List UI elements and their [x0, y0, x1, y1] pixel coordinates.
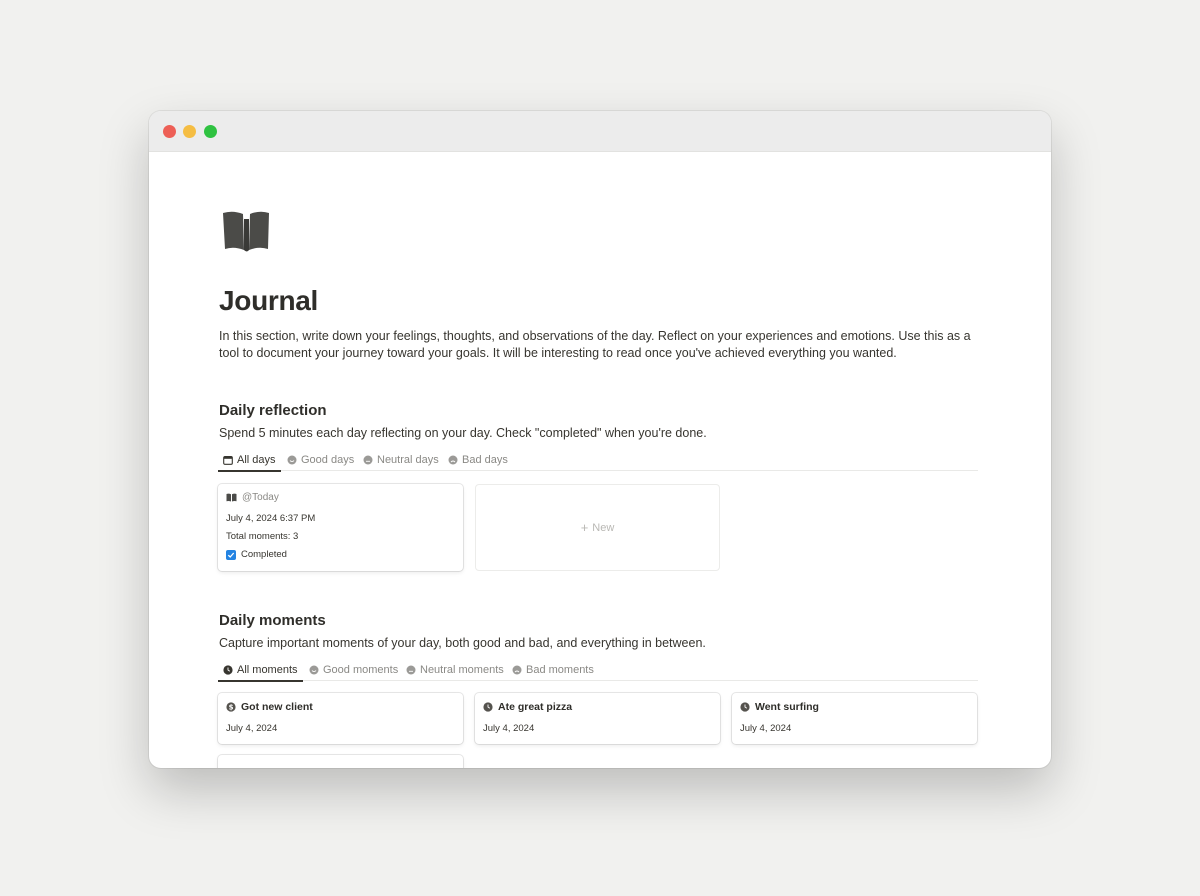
reflection-card-completed-row: Completed — [226, 549, 287, 560]
calendar-icon — [223, 455, 233, 465]
good-face-icon — [287, 455, 297, 465]
moment-card[interactable]: $ Got new client July 4, 2024 — [218, 693, 463, 744]
moments-title: Daily moments — [219, 612, 326, 629]
moment-card-partial[interactable] — [218, 755, 463, 768]
completed-checkbox[interactable] — [226, 549, 236, 560]
maximize-window-button[interactable] — [204, 125, 217, 138]
moment-card-title: Ate great pizza — [498, 701, 573, 713]
minimize-window-button[interactable] — [183, 125, 196, 138]
new-card-button[interactable]: + New — [475, 484, 720, 571]
moment-card-title: Went surfing — [755, 701, 819, 713]
moment-card-title: Got new client — [241, 701, 313, 713]
open-book-icon[interactable] — [221, 209, 273, 255]
reflection-card-total-moments: Total moments: 3 — [226, 531, 299, 542]
page-title: Journal — [219, 285, 319, 316]
tab-bad-moments[interactable]: Bad moments — [507, 659, 599, 681]
completed-label: Completed — [241, 549, 287, 560]
clock-icon — [740, 702, 750, 712]
close-window-button[interactable] — [163, 125, 176, 138]
app-window: Journal In this section, write down your… — [149, 111, 1051, 768]
tab-bad-moments-label: Bad moments — [526, 664, 594, 676]
neutral-face-icon — [406, 665, 416, 675]
moment-card-date: July 4, 2024 — [483, 723, 535, 734]
tab-neutral-moments[interactable]: Neutral moments — [401, 659, 509, 681]
moment-card-title-row: $ Got new client — [226, 701, 313, 713]
reflection-card-title-row: @Today — [226, 492, 279, 503]
clock-icon — [483, 702, 493, 712]
moment-card-date: July 4, 2024 — [740, 723, 792, 734]
page-content: Journal In this section, write down your… — [149, 152, 1051, 768]
neutral-face-icon — [363, 455, 373, 465]
reflection-title: Daily reflection — [219, 402, 327, 419]
good-face-icon — [309, 665, 319, 675]
moment-card[interactable]: Went surfing July 4, 2024 — [732, 693, 977, 744]
tab-good-days[interactable]: Good days — [282, 449, 359, 471]
tab-all-days-label: All days — [237, 453, 276, 466]
tab-neutral-days-label: Neutral days — [377, 454, 439, 466]
moment-card-date: July 4, 2024 — [226, 723, 278, 734]
tab-all-moments[interactable]: All moments — [218, 659, 303, 682]
plus-icon: + — [580, 520, 589, 535]
tab-good-moments[interactable]: Good moments — [304, 659, 403, 681]
tab-good-moments-label: Good moments — [323, 664, 399, 676]
moment-card-title-row: Ate great pizza — [483, 701, 572, 713]
tab-neutral-moments-label: Neutral moments — [420, 664, 504, 676]
page-intro: In this section, write down your feeling… — [219, 329, 971, 360]
reflection-card-title: @Today — [242, 492, 279, 503]
moments-tabs: All moments Good moments Neutral moments — [218, 659, 978, 682]
moment-card[interactable]: Ate great pizza July 4, 2024 — [475, 693, 720, 744]
window-titlebar — [149, 111, 1051, 152]
tab-bad-days-label: Bad days — [462, 454, 508, 466]
bad-face-icon — [448, 455, 458, 465]
dollar-icon: $ — [226, 702, 236, 712]
moments-description: Capture important moments of your day, b… — [219, 636, 706, 650]
check-icon — [227, 552, 235, 558]
tab-good-days-label: Good days — [301, 454, 355, 466]
new-card-label: New — [592, 521, 615, 534]
bad-face-icon — [512, 665, 522, 675]
clock-icon — [223, 664, 233, 675]
svg-text:$: $ — [229, 704, 234, 712]
reflection-tabs: All days Good days Neutral days Bad days — [218, 449, 978, 472]
reflection-description: Spend 5 minutes each day reflecting on y… — [219, 426, 707, 440]
tab-all-days[interactable]: All days — [218, 449, 281, 472]
open-book-icon — [226, 493, 237, 502]
tab-all-moments-label: All moments — [237, 663, 298, 676]
reflection-card[interactable]: @Today July 4, 2024 6:37 PM Total moment… — [218, 484, 463, 571]
moment-card-title-row: Went surfing — [740, 701, 819, 713]
tab-neutral-days[interactable]: Neutral days — [358, 449, 444, 471]
tab-bad-days[interactable]: Bad days — [443, 449, 513, 471]
reflection-card-datetime: July 4, 2024 6:37 PM — [226, 513, 316, 524]
